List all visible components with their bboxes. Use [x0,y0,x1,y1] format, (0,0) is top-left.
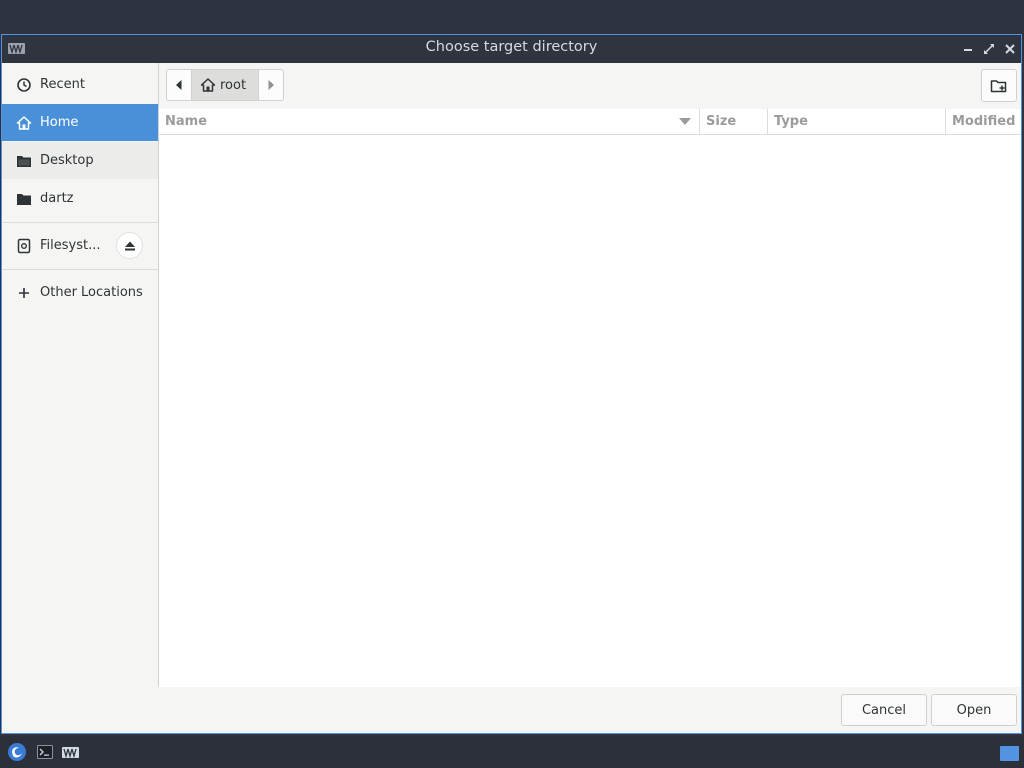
app-taskbar-icon[interactable] [61,743,79,761]
start-menu-button[interactable] [7,742,27,762]
path-crumb-label: root [220,77,247,93]
path-bar: root [166,69,285,101]
sidebar-item-label: Other Locations [40,285,143,300]
sidebar-item-filesystem[interactable]: Filesyst... [2,227,158,264]
new-folder-button[interactable] [981,69,1017,102]
home-icon [16,115,32,131]
sort-descending-icon [679,118,691,125]
column-label: Name [165,114,208,129]
path-forward-button[interactable] [259,70,283,100]
column-label: Size [706,114,737,129]
column-header-type[interactable]: Type [767,109,945,134]
column-label: Modified [952,114,1016,129]
column-label: Type [774,114,808,129]
dialog-action-area: Cancel Open [2,687,1021,733]
minimize-icon[interactable] [960,41,976,57]
sidebar-item-label: Desktop [40,153,94,168]
sidebar-item-dartz[interactable]: dartz [2,180,158,217]
path-crumb-root[interactable]: root [191,70,260,100]
sidebar-separator [2,222,158,223]
sidebar-item-desktop[interactable]: Desktop [2,142,158,179]
toolbar: root [159,63,1021,109]
sidebar-item-home[interactable]: Home [2,104,158,141]
drive-icon [16,238,32,254]
sidebar-item-recent[interactable]: Recent [2,66,158,103]
taskbar [0,736,1024,768]
sidebar-item-label: Filesyst... [40,238,101,253]
new-folder-icon [990,79,1007,92]
cancel-button[interactable]: Cancel [841,694,927,726]
sidebar-item-label: Recent [40,77,85,92]
sidebar-item-other-locations[interactable]: Other Locations [2,274,158,311]
eject-button[interactable] [116,232,143,259]
show-desktop-button[interactable] [1000,746,1019,761]
eject-icon [124,241,135,250]
file-browser: root Name Size Type Modified [159,63,1021,687]
plus-icon [16,285,32,301]
sidebar-item-label: Home [40,115,79,130]
column-headers: Name Size Type Modified [159,109,1021,135]
column-header-size[interactable]: Size [699,109,767,134]
file-list[interactable] [159,135,1021,687]
lxqt-logo-icon [8,743,26,761]
sidebar-item-label: dartz [40,191,74,206]
open-button[interactable]: Open [931,694,1017,726]
clock-icon [16,77,32,93]
desktop-background [0,0,1024,34]
folder-icon [16,191,32,207]
places-sidebar: Recent Home Desktop dartz Filesyst... Ot… [2,63,159,687]
close-icon[interactable] [1002,41,1018,57]
sidebar-separator [2,269,158,270]
arrow-right-icon [268,80,275,90]
folder-icon [16,153,32,169]
terminal-taskbar-icon[interactable] [36,743,54,761]
column-header-modified[interactable]: Modified [945,109,1021,134]
column-header-name[interactable]: Name [159,109,699,134]
file-chooser-dialog: Choose target directory Recent Home Desk… [1,34,1022,734]
home-icon [200,78,216,92]
window-title: Choose target directory [425,39,598,55]
path-back-button[interactable] [167,70,191,100]
arrow-left-icon [176,80,182,90]
maximize-icon[interactable] [981,41,997,57]
titlebar[interactable]: Choose target directory [2,35,1021,63]
